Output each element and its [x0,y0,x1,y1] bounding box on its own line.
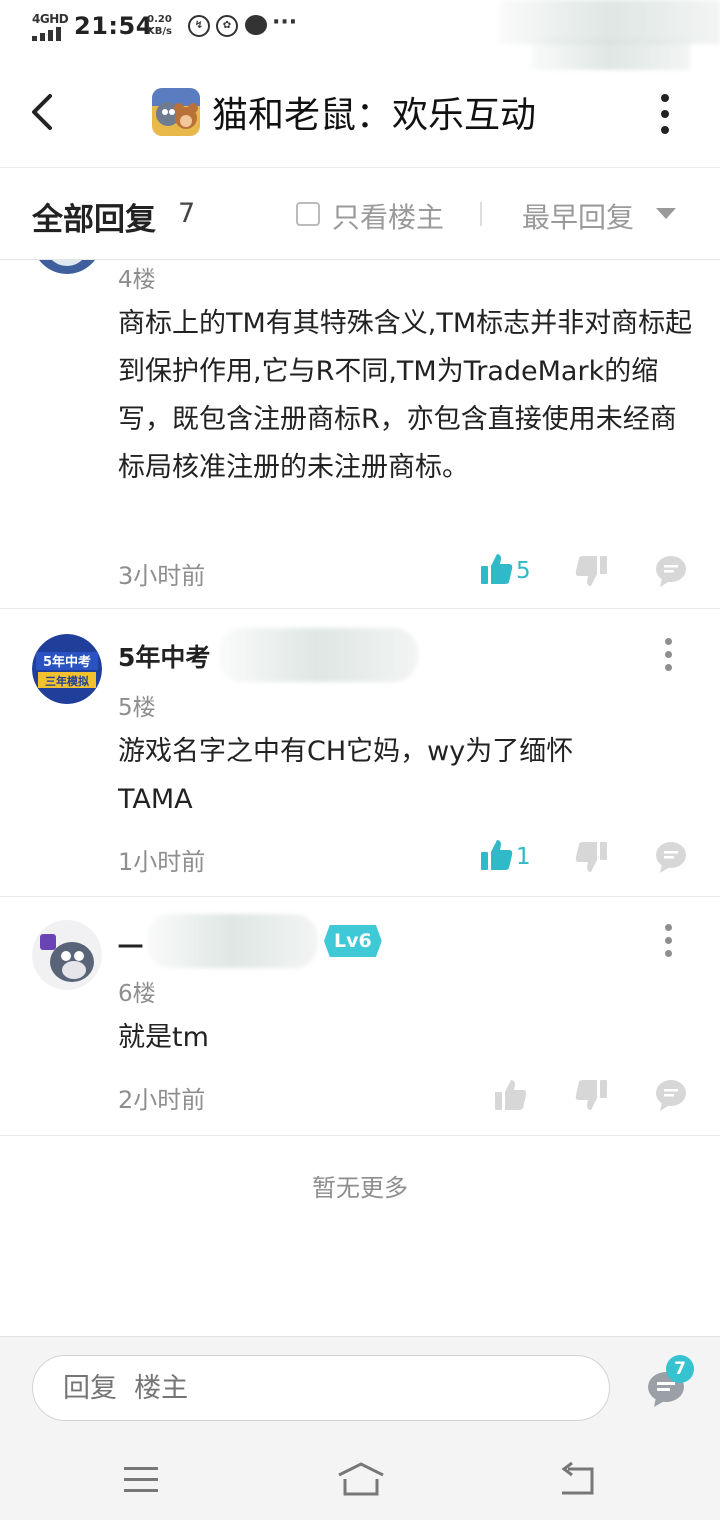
network-signal-icon: 4GHD [32,12,69,42]
no-more-text: 暂无更多 [312,1174,408,1202]
comment-more-button[interactable] [662,638,676,674]
dislike-icon[interactable] [574,554,608,588]
sort-dropdown[interactable]: 最早回复 [522,196,634,236]
blurred-region [498,0,720,44]
comment-item: 一 Lv6 6楼 就是tm 2小时前 [0,898,720,1136]
all-replies-title: 全部回复 [32,202,156,238]
comment-text: 游戏名字之中有CH它妈，wy为了缅怀TAMA [118,736,574,815]
blurred-region [146,914,318,968]
divider [0,896,720,897]
reply-comment-icon[interactable] [654,554,688,588]
system-nav-bar [0,1441,720,1520]
like-icon[interactable] [480,838,514,872]
floor-number: 5楼 [118,695,156,721]
game-logo [152,88,200,136]
divider [0,1135,720,1136]
network-speed: 0.20 KB/s [147,14,172,37]
like-count: 1 [516,844,531,870]
reply-input[interactable] [32,1355,610,1421]
more-menu-button[interactable] [654,94,676,134]
app-header: 猫和老鼠：欢乐互动 [0,56,720,168]
menu-icon[interactable] [122,1461,162,1497]
reply-filter-bar: 全部回复 7 只看楼主 最早回复 [0,168,720,260]
avatar[interactable] [32,920,102,990]
comment-time: 3小时前 [118,562,206,590]
reply-comment-icon[interactable] [654,840,688,874]
like-icon[interactable] [480,552,514,586]
reply-comment-icon[interactable] [654,1078,688,1112]
comment-item: 4楼 商标上的TM有其特殊含义,TM标志并非对商标起到保护作用,它与R不同,TM… [0,204,720,610]
status-time: 21:54 [74,12,153,40]
app-notification-icon: ↯ [188,15,210,37]
op-only-label[interactable]: 只看楼主 [332,196,444,236]
app-notification-icon: ✿ [216,15,238,37]
floor-number: 4楼 [118,267,156,293]
comment-text: 就是tm [118,1022,209,1053]
level-badge: Lv6 [324,925,382,957]
more-notifications-icon: ··· [272,10,298,35]
op-only-checkbox[interactable] [296,202,320,226]
like-icon[interactable] [494,1078,528,1112]
status-bar: 4GHD 21:54 0.20 KB/s ↯ ✿ ··· [0,0,720,70]
chevron-down-icon[interactable] [656,208,676,219]
blurred-region [218,628,418,682]
username[interactable]: 一 [118,928,143,964]
floor-number: 6楼 [118,981,156,1007]
comment-more-button[interactable] [662,924,676,960]
divider [0,608,720,609]
comment-time: 1小时前 [118,848,206,876]
like-count: 5 [516,558,531,584]
comment-text: 商标上的TM有其特殊含义,TM标志并非对商标起到保护作用,它与R不同,TM为Tr… [118,308,693,483]
avatar[interactable]: 5年中考三年模拟 [32,634,102,704]
svg-text:5年中考: 5年中考 [43,654,91,670]
chat-notification-icon [245,15,267,35]
dislike-icon[interactable] [574,1078,608,1112]
dislike-icon[interactable] [574,840,608,874]
back-button[interactable] [28,92,58,132]
svg-text:三年模拟: 三年模拟 [45,674,89,688]
reply-count: 7 [178,198,196,229]
reply-bar: 7 [0,1336,720,1520]
back-icon [32,94,52,130]
username[interactable]: 5年中考 [118,638,210,674]
home-icon[interactable] [336,1461,386,1497]
back-nav-icon[interactable] [558,1461,598,1497]
comment-count-badge: 7 [666,1355,694,1383]
comment-item: 5年中考 三年模拟 5年中考 5楼 游戏名字之中有CH它妈，wy为了缅怀TAMA … [0,610,720,896]
divider [480,202,482,226]
page-title: 猫和老鼠：欢乐互动 [212,95,537,136]
comment-time: 2小时前 [118,1086,206,1114]
